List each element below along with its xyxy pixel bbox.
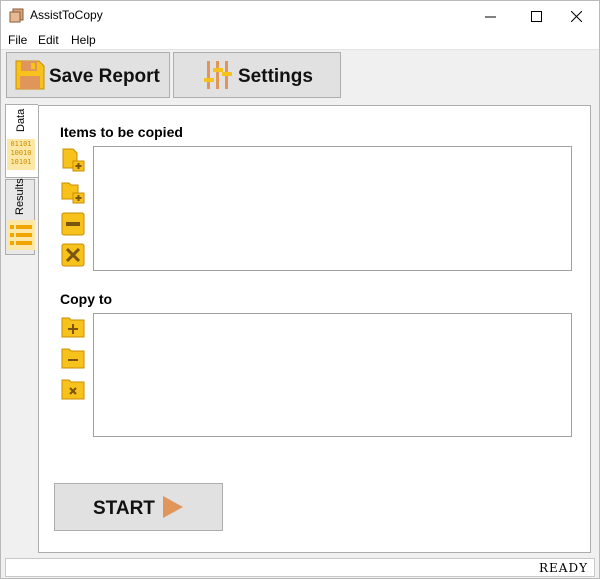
status-text: READY xyxy=(538,561,588,575)
list-icon xyxy=(7,220,35,250)
add-folder-icon[interactable] xyxy=(61,180,85,204)
tab-results[interactable]: Results xyxy=(5,178,35,255)
menu-help[interactable]: Help xyxy=(71,33,96,47)
play-icon xyxy=(163,496,183,518)
menu-bar: File Edit Help xyxy=(1,31,599,49)
start-button[interactable]: START xyxy=(54,483,223,531)
remove-destination-folder-icon[interactable] xyxy=(61,346,85,370)
start-label: START xyxy=(93,498,155,519)
copyto-section-title: Copy to xyxy=(60,291,113,307)
add-file-icon[interactable] xyxy=(61,148,85,172)
minimize-icon xyxy=(484,16,496,17)
status-bar: READY xyxy=(5,558,595,577)
clear-items-icon[interactable] xyxy=(61,243,85,267)
minimize-button[interactable] xyxy=(467,1,513,31)
binary-line: 01101 xyxy=(10,140,32,148)
items-section-title: Items to be copied xyxy=(60,124,183,140)
tab-data[interactable]: Data 01101 10010 10101 xyxy=(5,104,38,178)
tab-data-label: Data xyxy=(15,108,27,132)
tab-results-label: Results xyxy=(14,178,26,215)
binary-line: 10010 xyxy=(10,149,32,157)
sliders-icon xyxy=(204,61,232,89)
save-report-button[interactable]: Save Report xyxy=(6,52,170,98)
remove-item-icon[interactable] xyxy=(61,212,85,236)
floppy-disk-icon xyxy=(15,60,45,90)
app-window: AssistToCopy File Edit Help Save Report xyxy=(0,0,600,579)
items-listbox[interactable] xyxy=(93,146,572,271)
close-button[interactable] xyxy=(553,1,599,31)
title-bar: AssistToCopy xyxy=(1,1,599,31)
binary-line: 10101 xyxy=(10,158,32,166)
window-title: AssistToCopy xyxy=(30,8,103,22)
binary-data-icon: 01101 10010 10101 xyxy=(7,139,35,170)
toolbar: Save Report Settings xyxy=(1,49,599,102)
save-report-label: Save Report xyxy=(49,66,160,87)
close-icon xyxy=(570,10,582,22)
app-icon xyxy=(9,8,24,23)
clear-destinations-icon[interactable] xyxy=(61,377,85,401)
copyto-listbox[interactable] xyxy=(93,313,572,437)
data-panel: Items to be copied Copy to START xyxy=(38,105,591,553)
menu-file[interactable]: File xyxy=(8,33,27,47)
menu-edit[interactable]: Edit xyxy=(38,33,59,47)
add-destination-folder-icon[interactable] xyxy=(61,315,85,339)
settings-button[interactable]: Settings xyxy=(173,52,341,98)
maximize-icon xyxy=(530,10,542,22)
settings-label: Settings xyxy=(238,66,313,87)
